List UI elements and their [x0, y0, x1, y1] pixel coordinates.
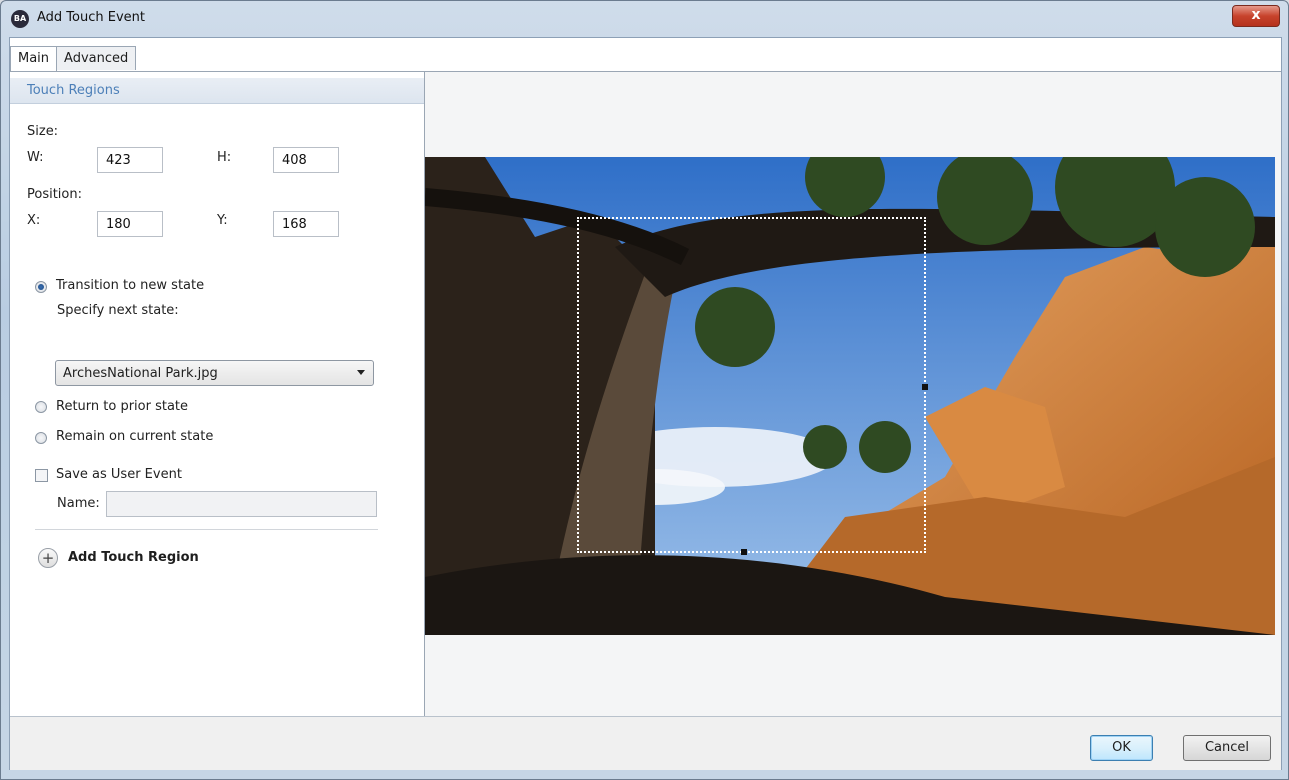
- resize-handle-bottom[interactable]: [741, 549, 747, 555]
- cancel-button[interactable]: Cancel: [1183, 735, 1271, 761]
- tab-advanced[interactable]: Advanced: [56, 46, 137, 70]
- y-input[interactable]: [273, 211, 339, 237]
- width-input[interactable]: [97, 147, 163, 173]
- tab-main[interactable]: Main: [10, 46, 58, 72]
- save-user-event-checkbox[interactable]: [35, 469, 48, 482]
- preview-photo[interactable]: [425, 157, 1275, 635]
- next-state-value: ArchesNational Park.jpg: [63, 366, 218, 381]
- close-button[interactable]: x: [1232, 5, 1280, 27]
- section-divider: [35, 529, 378, 530]
- remain-radio[interactable]: [35, 432, 47, 444]
- y-label: Y:: [217, 213, 228, 228]
- x-label: X:: [27, 213, 41, 228]
- return-radio[interactable]: [35, 401, 47, 413]
- dialog-button-bar: OK Cancel: [10, 716, 1281, 770]
- name-label: Name:: [57, 496, 100, 511]
- size-label: Size:: [27, 124, 59, 139]
- resize-handle-right[interactable]: [922, 384, 928, 390]
- chevron-down-icon: [357, 370, 365, 375]
- window-title: Add Touch Event: [37, 10, 145, 25]
- next-state-dropdown[interactable]: ArchesNational Park.jpg: [55, 360, 374, 386]
- touch-regions-header: Touch Regions: [10, 78, 424, 104]
- dialog-body: Main Advanced Touch Regions Size: W: H: …: [9, 37, 1282, 770]
- width-label: W:: [27, 150, 44, 165]
- ok-button[interactable]: OK: [1090, 735, 1153, 761]
- tab-strip: Main Advanced: [10, 46, 137, 72]
- position-label: Position:: [27, 187, 82, 202]
- add-touch-region-label: Add Touch Region: [68, 550, 199, 565]
- height-input[interactable]: [273, 147, 339, 173]
- settings-panel: Touch Regions Size: W: H: Position: X: Y…: [10, 72, 425, 716]
- transition-label[interactable]: Transition to new state: [56, 278, 204, 293]
- plus-icon: +: [38, 548, 58, 568]
- remain-label[interactable]: Remain on current state: [56, 429, 213, 444]
- image-preview-area: [425, 72, 1281, 716]
- return-label[interactable]: Return to prior state: [56, 399, 188, 414]
- height-label: H:: [217, 150, 232, 165]
- touch-region-selection[interactable]: [577, 217, 928, 555]
- title-bar[interactable]: BA Add Touch Event x: [1, 1, 1288, 37]
- specify-next-state-label: Specify next state:: [57, 303, 179, 318]
- app-icon: BA: [11, 10, 29, 28]
- event-name-input[interactable]: [106, 491, 377, 517]
- dialog-window: BA Add Touch Event x Main Advanced Touch…: [0, 0, 1289, 780]
- x-input[interactable]: [97, 211, 163, 237]
- save-user-event-label[interactable]: Save as User Event: [56, 467, 182, 482]
- transition-radio[interactable]: [35, 281, 47, 293]
